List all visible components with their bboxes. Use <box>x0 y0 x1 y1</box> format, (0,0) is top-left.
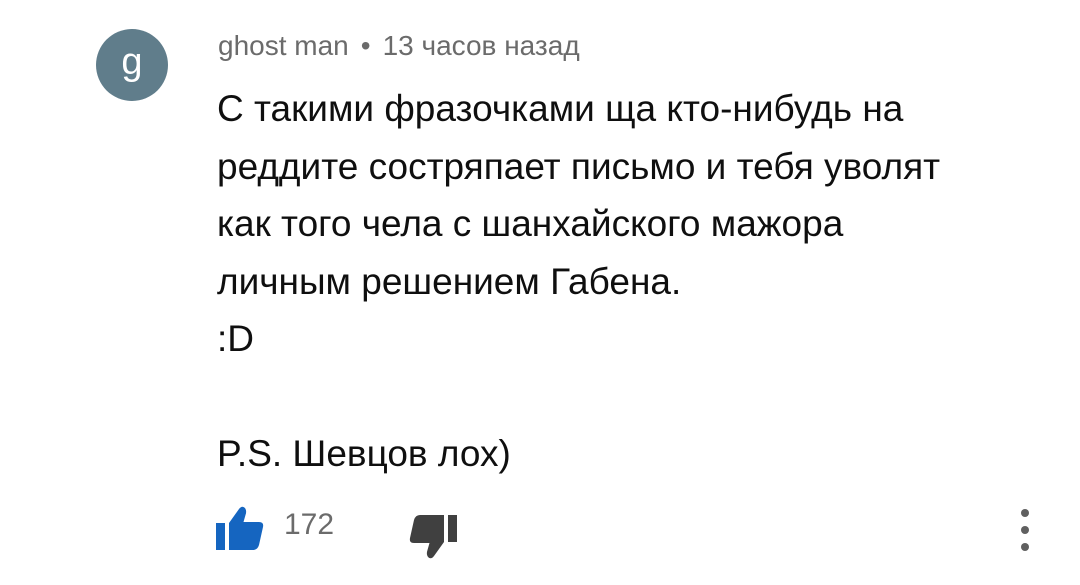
comment-line: :D <box>217 318 254 359</box>
avatar-letter: g <box>121 41 143 83</box>
separator-dot: • <box>360 30 371 61</box>
comment-line: как того чела с шанхайского мажора <box>217 203 844 244</box>
comment-line: реддите состряпает письмо и тебя уволят <box>217 145 941 187</box>
comment-line: P.S. Шевцов лох) <box>217 433 511 474</box>
like-count: 172 <box>284 508 335 541</box>
comment-line: С такими фразочками ща кто-нибудь на <box>217 88 904 129</box>
more-vertical-icon <box>1021 509 1029 551</box>
author-name[interactable]: ghost man <box>218 30 349 62</box>
comment-line <box>217 368 1017 426</box>
comment-header: ghost man • 13 часов назад <box>218 30 580 62</box>
avatar[interactable]: g <box>96 29 168 101</box>
more-options-button[interactable] <box>1010 505 1040 555</box>
comment-line: личным решением Габена. <box>217 260 682 302</box>
comment-text: С такими фразочками ща кто-нибудь на ред… <box>217 80 1017 483</box>
timestamp[interactable]: 13 часов назад <box>383 30 580 62</box>
thumbs-down-icon <box>409 515 457 559</box>
dislike-button[interactable] <box>408 514 458 560</box>
thumbs-up-icon <box>216 506 264 550</box>
like-button[interactable] <box>215 505 265 551</box>
